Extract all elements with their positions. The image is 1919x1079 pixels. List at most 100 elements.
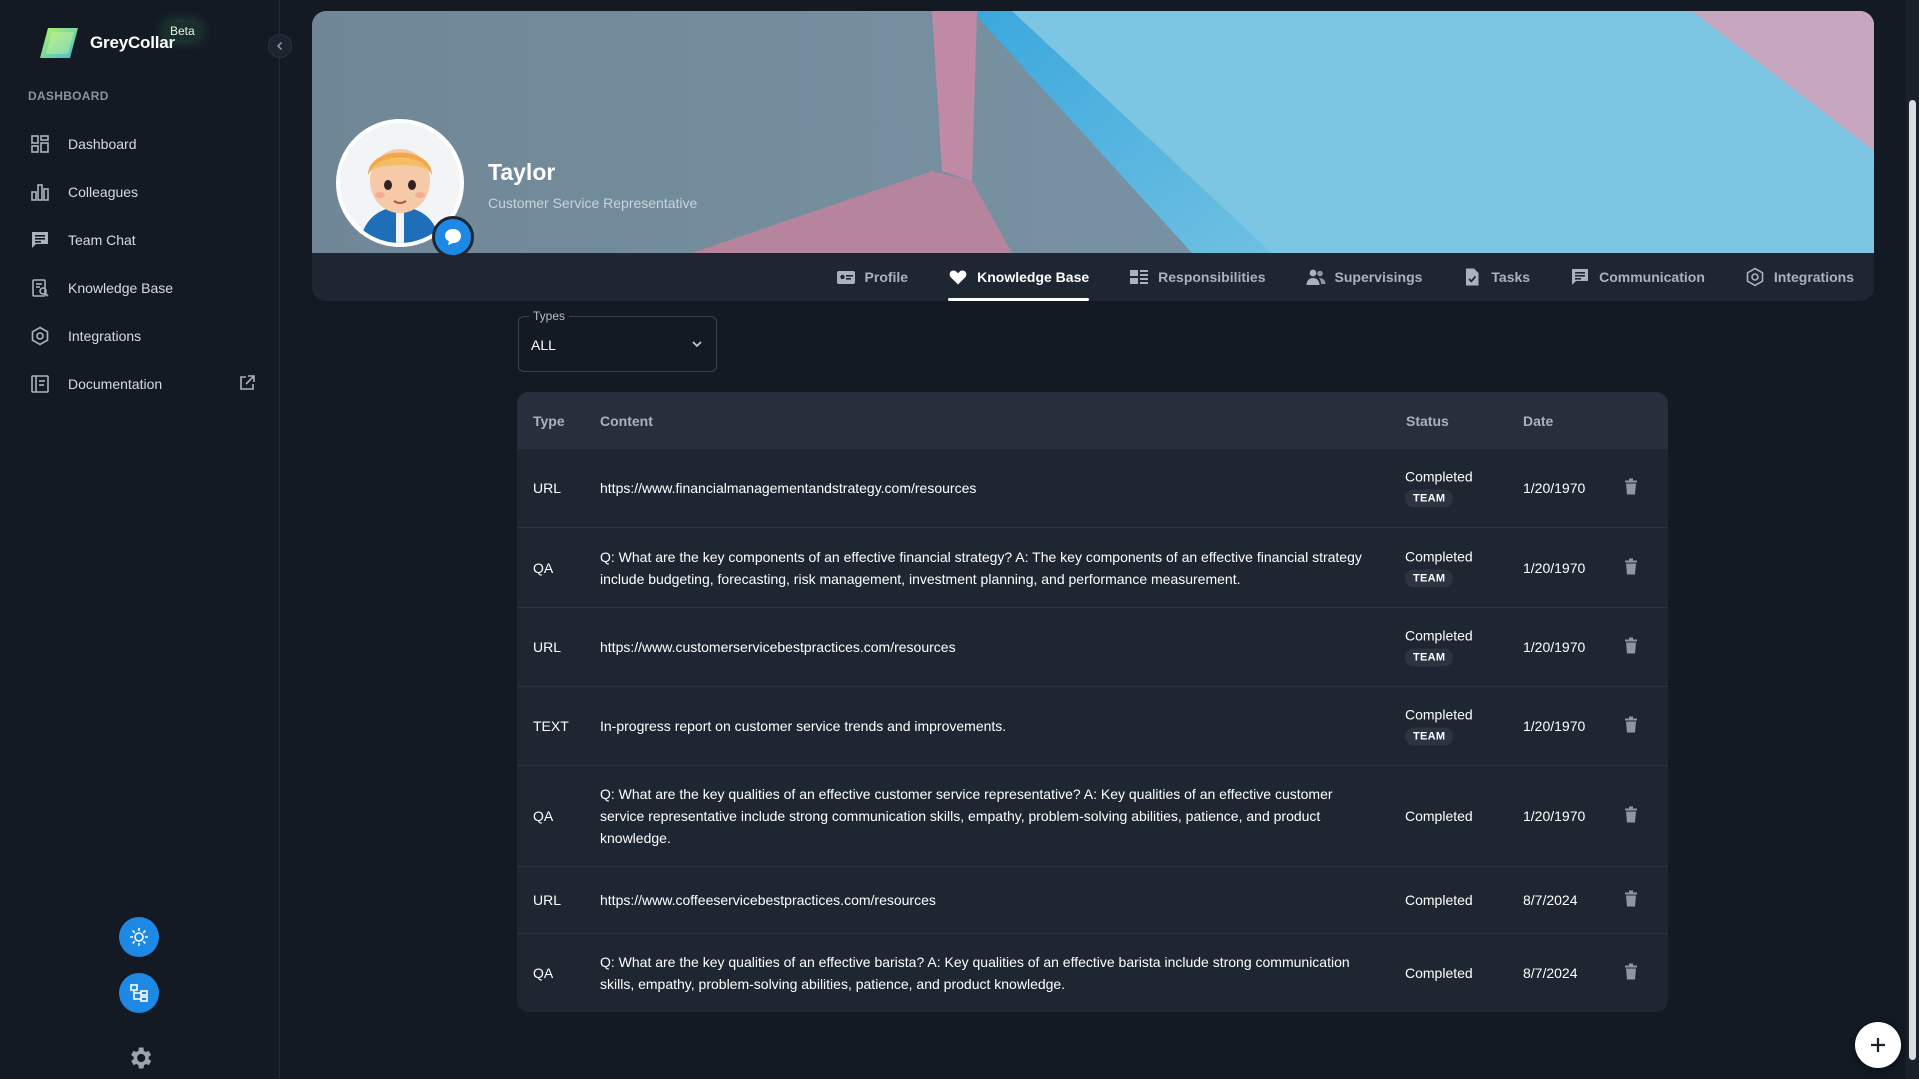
profile-tabs: Profile Knowledge Base Responsibilities … xyxy=(816,253,1874,301)
beta-badge: Beta xyxy=(164,22,201,40)
tab-label: Integrations xyxy=(1773,269,1854,285)
dashboard-icon xyxy=(28,132,52,156)
row-date: 1/20/1970 xyxy=(1523,718,1586,734)
sidebar-item-documentation[interactable]: Documentation xyxy=(0,360,280,408)
row-type: URL xyxy=(533,892,562,908)
status-text: Completed xyxy=(1405,892,1473,908)
row-content: Q: What are the key qualities of an effe… xyxy=(600,786,1333,846)
row-status: Completed xyxy=(1405,892,1473,908)
tab-label: Tasks xyxy=(1491,269,1531,285)
tab-label: Supervisings xyxy=(1334,269,1423,285)
sidebar-item-label: Dashboard xyxy=(68,136,137,152)
row-status: Completed TEAM xyxy=(1405,548,1473,587)
table-row[interactable]: URL https://www.financialmanagementandst… xyxy=(517,449,1668,528)
delete-icon[interactable] xyxy=(1624,806,1638,826)
table-row[interactable]: QA Q: What are the key components of an … xyxy=(517,528,1668,608)
people-icon xyxy=(1306,267,1326,287)
chevron-down-icon xyxy=(690,337,704,356)
brain-gear-icon xyxy=(130,928,148,946)
column-header-date[interactable]: Date xyxy=(1523,413,1553,429)
status-text: Completed xyxy=(1405,965,1473,981)
heart-icon xyxy=(948,267,968,287)
integrations-icon xyxy=(1745,267,1765,287)
page-scrollbar[interactable] xyxy=(1906,0,1919,1079)
delete-icon[interactable] xyxy=(1624,890,1638,910)
task-icon xyxy=(1462,267,1482,287)
tab-label: Communication xyxy=(1599,269,1705,285)
tab-communication[interactable]: Communication xyxy=(1550,253,1725,301)
section-label-dashboard: DASHBOARD xyxy=(28,89,109,103)
row-type: QA xyxy=(533,808,554,824)
row-content: https://www.financialmanagementandstrate… xyxy=(600,480,977,496)
sidebar-item-integrations[interactable]: Integrations xyxy=(0,312,280,360)
column-header-status[interactable]: Status xyxy=(1406,413,1449,429)
chevron-left-icon xyxy=(277,42,282,50)
row-date: 1/20/1970 xyxy=(1523,639,1586,655)
sidebar-item-label: Integrations xyxy=(68,328,142,344)
scrollbar-thumb[interactable] xyxy=(1909,100,1916,1060)
tab-supervisings[interactable]: Supervisings xyxy=(1286,253,1443,301)
responsibilities-icon xyxy=(1129,267,1149,287)
delete-icon[interactable] xyxy=(1624,637,1638,657)
row-status: Completed xyxy=(1405,965,1473,981)
row-type: URL xyxy=(533,480,562,496)
ai-assistant-button[interactable] xyxy=(119,917,159,957)
row-status: Completed TEAM xyxy=(1405,628,1473,667)
integrations-icon xyxy=(28,324,52,348)
org-tree-icon xyxy=(130,984,148,1002)
table-row[interactable]: URL https://www.coffeeservicebestpractic… xyxy=(517,867,1668,934)
sidebar-item-dashboard[interactable]: Dashboard xyxy=(0,120,280,168)
greycollar-logo-icon xyxy=(38,26,80,60)
sidebar-item-knowledge-base[interactable]: Knowledge Base xyxy=(0,264,280,312)
add-knowledge-button[interactable] xyxy=(1855,1022,1901,1068)
table-header: Type Content Status Date xyxy=(517,392,1668,449)
sidebar-item-label: Documentation xyxy=(68,376,163,392)
tab-tasks[interactable]: Tasks xyxy=(1442,253,1550,301)
table-row[interactable]: QA Q: What are the key qualities of an e… xyxy=(517,934,1668,1012)
status-text: Completed xyxy=(1405,808,1473,824)
sidebar: GreyCollar Beta DASHBOARD Dashboard Coll… xyxy=(0,0,292,1079)
brand[interactable]: GreyCollar xyxy=(38,26,175,60)
team-badge: TEAM xyxy=(1405,489,1454,508)
chat-with-colleague-button[interactable] xyxy=(432,216,474,258)
row-status: Completed TEAM xyxy=(1405,707,1473,746)
settings-gear-icon[interactable] xyxy=(126,1044,154,1077)
bar-chart-icon xyxy=(28,180,52,204)
team-badge: TEAM xyxy=(1405,727,1454,746)
types-select[interactable]: Types ALL xyxy=(518,309,717,372)
row-type: QA xyxy=(533,559,554,576)
org-chart-button[interactable] xyxy=(119,973,159,1013)
row-date: 8/7/2024 xyxy=(1523,892,1578,908)
row-date: 1/20/1970 xyxy=(1523,808,1586,824)
delete-icon[interactable] xyxy=(1624,963,1638,983)
chat-icon xyxy=(28,228,52,252)
row-content: Q: What are the key components of an eff… xyxy=(600,548,1362,587)
tab-responsibilities[interactable]: Responsibilities xyxy=(1109,253,1285,301)
status-text: Completed xyxy=(1405,706,1473,723)
knowledge-table: Type Content Status Date URL https://www… xyxy=(517,392,1668,1012)
table-row[interactable]: TEXT In-progress report on customer serv… xyxy=(517,687,1668,766)
tab-knowledge-base[interactable]: Knowledge Base xyxy=(928,253,1109,301)
external-link-icon[interactable] xyxy=(238,374,256,397)
table-row[interactable]: QA Q: What are the key qualities of an e… xyxy=(517,766,1668,867)
profile-name: Taylor xyxy=(488,159,556,185)
profile-header-card: Taylor Customer Service Representative P… xyxy=(312,11,1874,301)
tab-label: Responsibilities xyxy=(1158,269,1266,285)
status-text: Completed xyxy=(1405,627,1473,644)
tab-profile[interactable]: Profile xyxy=(816,253,929,301)
column-header-content[interactable]: Content xyxy=(600,413,653,429)
row-type: TEXT xyxy=(533,718,569,734)
row-content: https://www.customerservicebestpractices… xyxy=(600,639,956,655)
sidebar-item-team-chat[interactable]: Team Chat xyxy=(0,216,280,264)
tab-integrations[interactable]: Integrations xyxy=(1725,253,1874,301)
delete-icon[interactable] xyxy=(1624,478,1638,498)
delete-icon[interactable] xyxy=(1624,558,1638,577)
column-header-type[interactable]: Type xyxy=(533,413,565,429)
table-row[interactable]: URL https://www.customerservicebestpract… xyxy=(517,608,1668,687)
sidebar-nav: Dashboard Colleagues Team Chat Knowledge… xyxy=(0,120,280,408)
profile-banner-image xyxy=(312,11,1874,253)
delete-icon[interactable] xyxy=(1624,716,1638,736)
sidebar-item-colleagues[interactable]: Colleagues xyxy=(0,168,280,216)
collapse-sidebar-button[interactable] xyxy=(268,34,292,58)
knowledge-icon xyxy=(28,276,52,300)
